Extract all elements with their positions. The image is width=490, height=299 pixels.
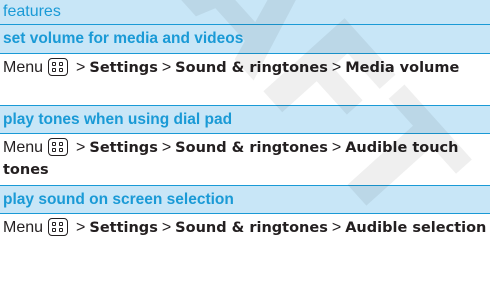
path-step-sound: Sound & ringtones bbox=[175, 140, 328, 156]
menu-label: Menu bbox=[3, 219, 44, 236]
topic-heading: play tones when using dial pad bbox=[0, 105, 490, 134]
topic-instructions: Menu > Settings > Sound & ringtones > Media vo… bbox=[0, 54, 490, 105]
path-step-settings: Settings bbox=[89, 60, 158, 76]
section-header: features bbox=[0, 0, 490, 25]
path-step-option: Audible selection bbox=[345, 220, 487, 236]
manual-page: DRAFT features set volume for media and … bbox=[0, 0, 490, 299]
path-separator: > bbox=[161, 59, 172, 76]
path-step-settings: Settings bbox=[89, 220, 158, 236]
path-separator: > bbox=[161, 139, 172, 156]
menu-key-icon bbox=[48, 218, 69, 236]
path-separator: > bbox=[76, 59, 86, 76]
topic-instructions: Menu > Settings > Sound & ringtones > Audible … bbox=[0, 214, 490, 265]
path-step-sound: Sound & ringtones bbox=[175, 60, 328, 76]
menu-key-icon bbox=[48, 58, 69, 76]
menu-label: Menu bbox=[3, 59, 44, 76]
path-step-sound: Sound & ringtones bbox=[175, 220, 328, 236]
topic-instructions: Menu > Settings > Sound & ringtones > Audible … bbox=[0, 134, 490, 185]
menu-key-icon bbox=[48, 138, 69, 156]
path-step-option: Media volume bbox=[345, 60, 460, 76]
path-separator: > bbox=[161, 219, 172, 236]
path-separator: > bbox=[331, 139, 342, 156]
menu-label: Menu bbox=[3, 139, 44, 156]
path-separator: > bbox=[331, 219, 342, 236]
path-separator: > bbox=[76, 219, 86, 236]
topic-heading: set volume for media and videos bbox=[0, 25, 490, 54]
path-separator: > bbox=[76, 139, 86, 156]
path-separator: > bbox=[331, 59, 342, 76]
topic-heading: play sound on screen selection bbox=[0, 185, 490, 214]
path-step-settings: Settings bbox=[89, 140, 158, 156]
